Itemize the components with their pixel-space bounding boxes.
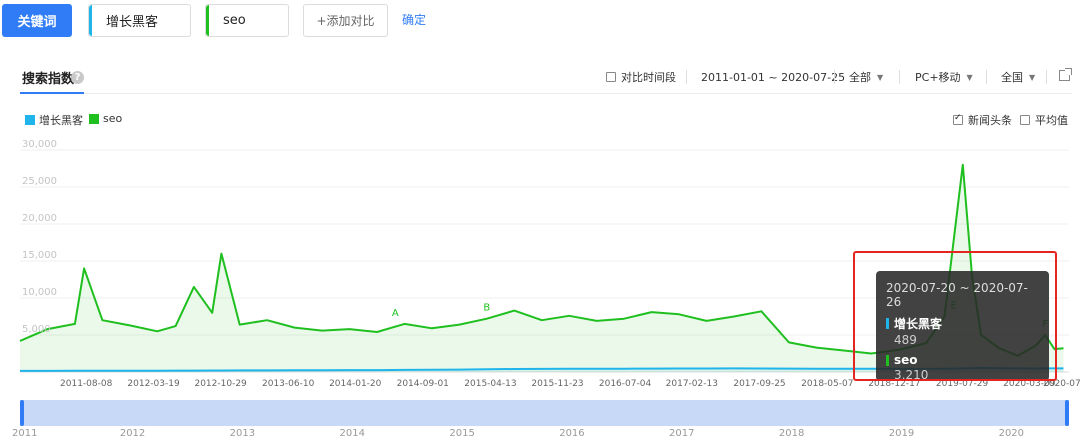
x-tick-label: 2014-09-01 xyxy=(397,379,449,389)
y-tick-label: 25,000 xyxy=(22,176,57,187)
y-axis-labels: 30,000 25,000 20,000 15,000 10,000 5,000 xyxy=(22,139,57,335)
navigator-year-label: 2016 xyxy=(559,428,585,439)
y-tick-label: 30,000 xyxy=(22,139,57,150)
annotation-label: A xyxy=(392,308,399,319)
x-tick-label: 2015-11-23 xyxy=(531,379,583,389)
navigator-year-label: 2011 xyxy=(12,428,38,439)
highlight-box xyxy=(853,251,1057,381)
y-tick-label: 10,000 xyxy=(22,287,57,298)
range-navigator[interactable] xyxy=(20,400,1069,426)
navigator-left-handle[interactable] xyxy=(20,400,24,426)
navigator-year-label: 2014 xyxy=(339,428,365,439)
x-tick-label: 2012-03-19 xyxy=(127,379,180,389)
x-tick-label: 2017-02-13 xyxy=(666,379,718,389)
y-tick-label: 5,000 xyxy=(22,324,51,335)
navigator-year-label: 2017 xyxy=(669,428,695,439)
y-tick-label: 20,000 xyxy=(22,213,57,224)
x-tick-label: 2016-07-04 xyxy=(599,379,652,389)
navigator-year-label: 2012 xyxy=(119,428,146,439)
annotation-label: B xyxy=(483,303,490,314)
navigator-year-label: 2013 xyxy=(229,428,256,439)
y-tick-label: 15,000 xyxy=(22,250,57,261)
x-tick-label: 2017-09-25 xyxy=(733,379,785,389)
x-tick-label: 2015-04-13 xyxy=(464,379,516,389)
navigator-year-label: 2020 xyxy=(998,428,1025,439)
navigator-right-handle[interactable] xyxy=(1065,400,1069,426)
navigator-year-label: 2018 xyxy=(778,428,805,439)
x-tick-label: 2018-05-07 xyxy=(801,379,853,389)
x-tick-label: 2011-08-08 xyxy=(60,379,113,389)
x-tick-label: 2013-06-10 xyxy=(262,379,315,389)
x-tick-label: 2014-01-20 xyxy=(329,379,382,389)
navigator-year-label: 2019 xyxy=(888,428,915,439)
x-tick-label: 2012-10-29 xyxy=(194,379,247,389)
navigator-year-label: 2015 xyxy=(449,428,475,439)
